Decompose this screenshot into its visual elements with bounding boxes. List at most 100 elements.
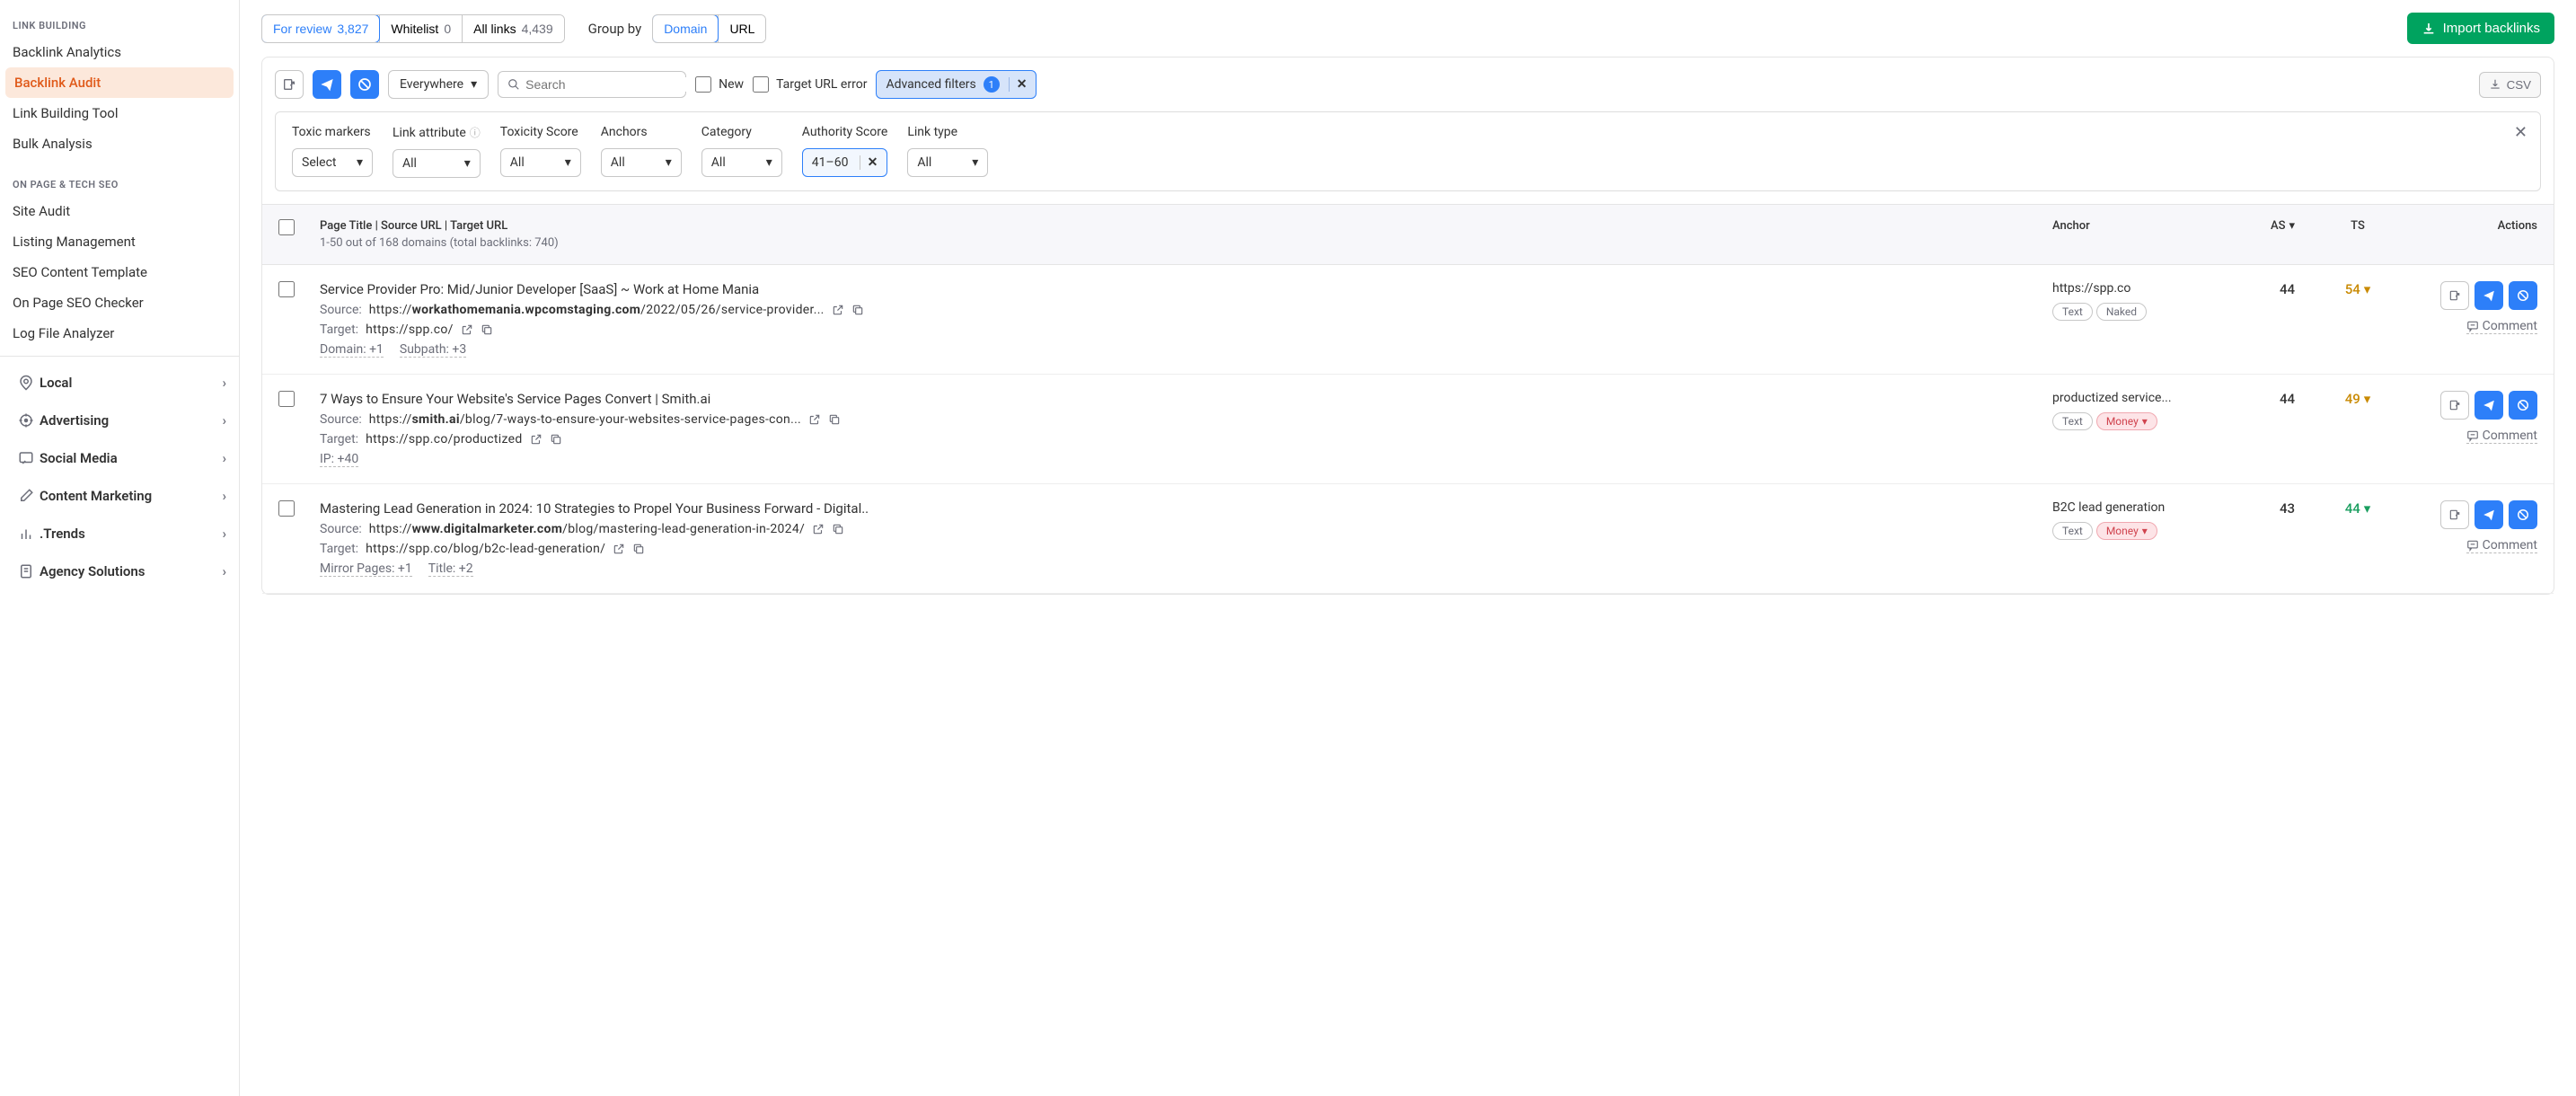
bar-chart-icon — [13, 526, 40, 542]
row-checkbox[interactable] — [278, 281, 295, 297]
external-link-icon[interactable] — [613, 543, 625, 555]
copy-icon[interactable] — [832, 523, 844, 535]
external-link-icon[interactable] — [812, 523, 825, 535]
anchor-text: https://spp.co — [2052, 281, 2214, 296]
copy-icon[interactable] — [481, 323, 493, 336]
tab-for-review[interactable]: For review 3,827 — [261, 14, 380, 43]
export-selection-button[interactable] — [275, 70, 304, 99]
target-error-checkbox-input[interactable] — [753, 76, 769, 93]
search-icon — [507, 78, 520, 91]
sidebar-item-bulk-analysis[interactable]: Bulk Analysis — [0, 128, 239, 159]
sidebar-cat-trends[interactable]: .Trends › — [0, 515, 239, 552]
copy-icon[interactable] — [828, 413, 841, 426]
advanced-filters-chip[interactable]: Advanced filters 1 ✕ — [876, 70, 1037, 99]
tab-count: 3,827 — [337, 22, 368, 36]
group-by-url[interactable]: URL — [718, 15, 765, 42]
block-button[interactable] — [350, 70, 379, 99]
target-error-checkbox[interactable]: Target URL error — [753, 76, 867, 93]
search-input[interactable] — [525, 77, 688, 92]
import-backlinks-button[interactable]: Import backlinks — [2407, 13, 2554, 44]
adv-filters-clear[interactable]: ✕ — [1009, 77, 1028, 92]
row-export-button[interactable] — [2440, 500, 2469, 529]
filter-dropdown[interactable]: All▾ — [907, 148, 988, 177]
row-export-button[interactable] — [2440, 281, 2469, 310]
tab-all-links[interactable]: All links 4,439 — [462, 15, 564, 42]
table-row: Service Provider Pro: Mid/Junior Develop… — [262, 265, 2554, 375]
row-send-button[interactable] — [2475, 500, 2503, 529]
row-export-button[interactable] — [2440, 391, 2469, 420]
sidebar-item-link-building-tool[interactable]: Link Building Tool — [0, 98, 239, 128]
filter-dropdown[interactable]: All▾ — [393, 149, 481, 178]
external-link-icon[interactable] — [461, 323, 473, 336]
sidebar-cat-label: Agency Solutions — [40, 563, 145, 579]
tag-money[interactable]: Money ▾ — [2096, 412, 2157, 430]
adv-filters-label: Advanced filters — [886, 77, 975, 92]
meta-link[interactable]: Title: +2 — [428, 561, 473, 577]
row-block-button[interactable] — [2509, 500, 2537, 529]
external-link-icon[interactable] — [832, 304, 844, 316]
filter-dropdown[interactable]: Select▾ — [292, 148, 373, 177]
meta-link[interactable]: Mirror Pages: +1 — [320, 561, 412, 577]
topbar: For review 3,827 Whitelist 0 All links 4… — [261, 0, 2554, 57]
export-csv-button[interactable]: CSV — [2479, 72, 2541, 98]
target-label: Target: — [320, 323, 358, 337]
new-checkbox-input[interactable] — [695, 76, 711, 93]
th-as[interactable]: AS ▾ — [2214, 219, 2295, 233]
tab-count: 0 — [444, 22, 451, 36]
target-url: https://spp.co/productized — [366, 432, 522, 446]
filter-panel-close[interactable]: ✕ — [2514, 123, 2527, 142]
copy-icon[interactable] — [851, 304, 864, 316]
tag: Text — [2052, 303, 2093, 321]
tab-whitelist[interactable]: Whitelist 0 — [379, 15, 462, 42]
new-checkbox[interactable]: New — [695, 76, 744, 93]
meta-link[interactable]: IP: +40 — [320, 452, 358, 467]
external-link-icon[interactable] — [530, 433, 543, 446]
sidebar-item-site-audit[interactable]: Site Audit — [0, 196, 239, 226]
row-block-button[interactable] — [2509, 281, 2537, 310]
toolbar: Everywhere ▾ New Target URL error Advanc… — [262, 57, 2554, 111]
meta-link[interactable]: Domain: +1 — [320, 342, 384, 358]
ts-value[interactable]: 49 ▾ — [2345, 391, 2371, 407]
ts-value[interactable]: 44 ▾ — [2345, 500, 2371, 517]
scope-dropdown[interactable]: Everywhere ▾ — [388, 70, 489, 99]
filter-dropdown[interactable]: All▾ — [701, 148, 782, 177]
group-by-toggle: Domain URL — [652, 14, 766, 43]
sidebar-cat-local[interactable]: Local › — [0, 364, 239, 402]
filter-label: Link attributeⓘ — [393, 125, 481, 140]
sidebar-cat-agency-solutions[interactable]: Agency Solutions › — [0, 552, 239, 590]
filter-dropdown[interactable]: All▾ — [601, 148, 682, 177]
main-content: For review 3,827 Whitelist 0 All links 4… — [240, 0, 2576, 1096]
meta-link[interactable]: Subpath: +3 — [400, 342, 466, 358]
sidebar-item-listing-management[interactable]: Listing Management — [0, 226, 239, 257]
comment-link[interactable]: Comment — [2466, 538, 2537, 553]
filter-dropdown[interactable]: All▾ — [500, 148, 581, 177]
external-link-icon[interactable] — [808, 413, 821, 426]
sidebar-item-backlink-audit[interactable]: Backlink Audit — [5, 67, 234, 98]
as-value: 44 — [2280, 281, 2295, 297]
sidebar-item-log-file-analyzer[interactable]: Log File Analyzer — [0, 318, 239, 349]
sidebar-cat-advertising[interactable]: Advertising › — [0, 402, 239, 439]
row-checkbox[interactable] — [278, 391, 295, 407]
group-by-domain[interactable]: Domain — [652, 14, 719, 43]
sidebar-cat-content-marketing[interactable]: Content Marketing › — [0, 477, 239, 515]
sidebar-item-onpage-seo-checker[interactable]: On Page SEO Checker — [0, 287, 239, 318]
sidebar-cat-social-media[interactable]: Social Media › — [0, 439, 239, 477]
copy-icon[interactable] — [632, 543, 645, 555]
sidebar-item-backlink-analytics[interactable]: Backlink Analytics — [0, 37, 239, 67]
ts-value[interactable]: 54 ▾ — [2345, 281, 2371, 297]
comment-link[interactable]: Comment — [2466, 319, 2537, 334]
filter-clear[interactable]: ✕ — [860, 155, 878, 170]
row-send-button[interactable] — [2475, 281, 2503, 310]
tag-money[interactable]: Money ▾ — [2096, 522, 2157, 540]
send-button[interactable] — [313, 70, 341, 99]
info-icon[interactable]: ⓘ — [470, 125, 481, 140]
sidebar-item-seo-content-template[interactable]: SEO Content Template — [0, 257, 239, 287]
filter-dropdown[interactable]: 41–60✕ — [802, 148, 888, 177]
row-checkbox[interactable] — [278, 500, 295, 517]
select-all-checkbox[interactable] — [278, 219, 295, 235]
row-send-button[interactable] — [2475, 391, 2503, 420]
copy-icon[interactable] — [550, 433, 562, 446]
search-input-wrapper[interactable] — [498, 71, 686, 98]
row-block-button[interactable] — [2509, 391, 2537, 420]
comment-link[interactable]: Comment — [2466, 429, 2537, 444]
